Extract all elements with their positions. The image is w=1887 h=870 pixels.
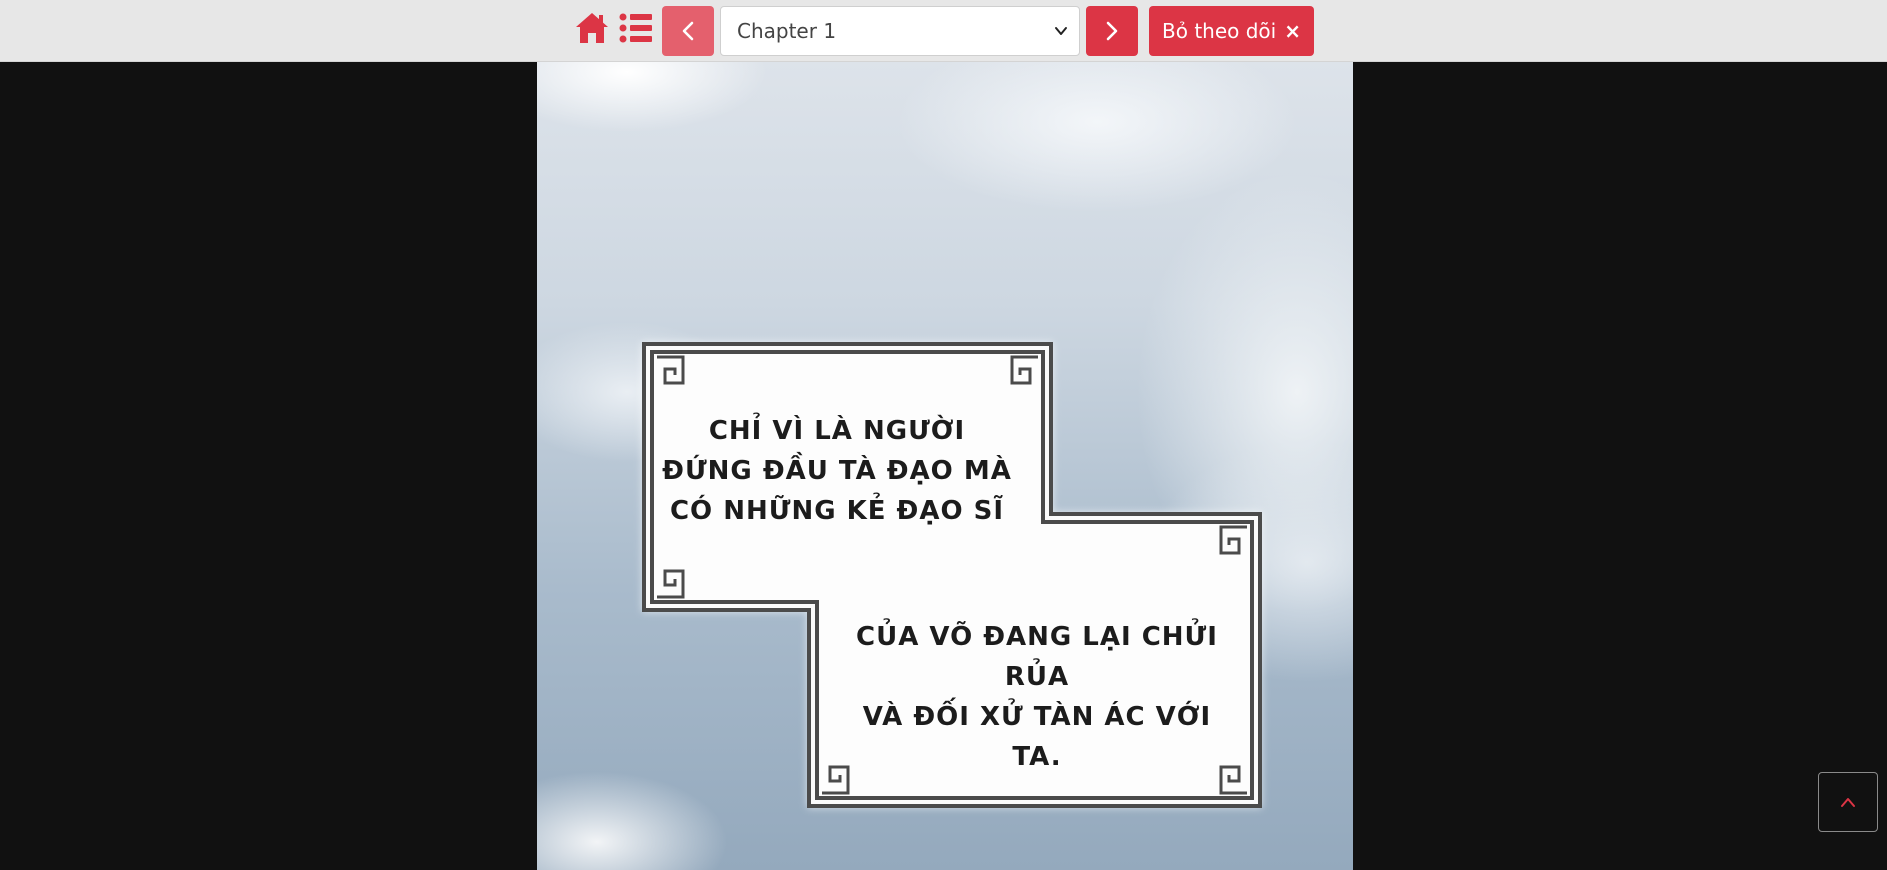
chevron-down-icon [1055,27,1067,35]
prev-chapter-button[interactable] [662,6,714,56]
home-icon[interactable] [574,11,610,45]
chevron-right-icon [1106,21,1118,41]
chapter-select-value: Chapter 1 [737,19,837,43]
chevron-up-icon [1841,798,1855,807]
scroll-to-top-button[interactable] [1818,772,1878,832]
chevron-left-icon [682,21,694,41]
unfollow-label: Bỏ theo dõi [1162,19,1277,43]
caption-text-2: CỦA VÕ ĐANG LẠI CHỬI RỦA VÀ ĐỐI XỬ TÀN Á… [856,622,1218,772]
unfollow-button[interactable]: Bỏ theo dõi × [1149,6,1314,56]
comic-page-image: CHỈ VÌ LÀ NGƯỜI ĐỨNG ĐẦU TÀ ĐẠO MÀ CÓ NH… [537,62,1353,870]
caption-text-1: CHỈ VÌ LÀ NGƯỜI ĐỨNG ĐẦU TÀ ĐẠO MÀ CÓ NH… [662,416,1012,526]
chapter-select[interactable]: Chapter 1 [720,6,1080,56]
reader-toolbar: Chapter 1 Bỏ theo dõi × [0,0,1887,62]
list-icon[interactable] [619,12,652,44]
close-icon: × [1284,19,1301,43]
next-chapter-button[interactable] [1086,6,1138,56]
